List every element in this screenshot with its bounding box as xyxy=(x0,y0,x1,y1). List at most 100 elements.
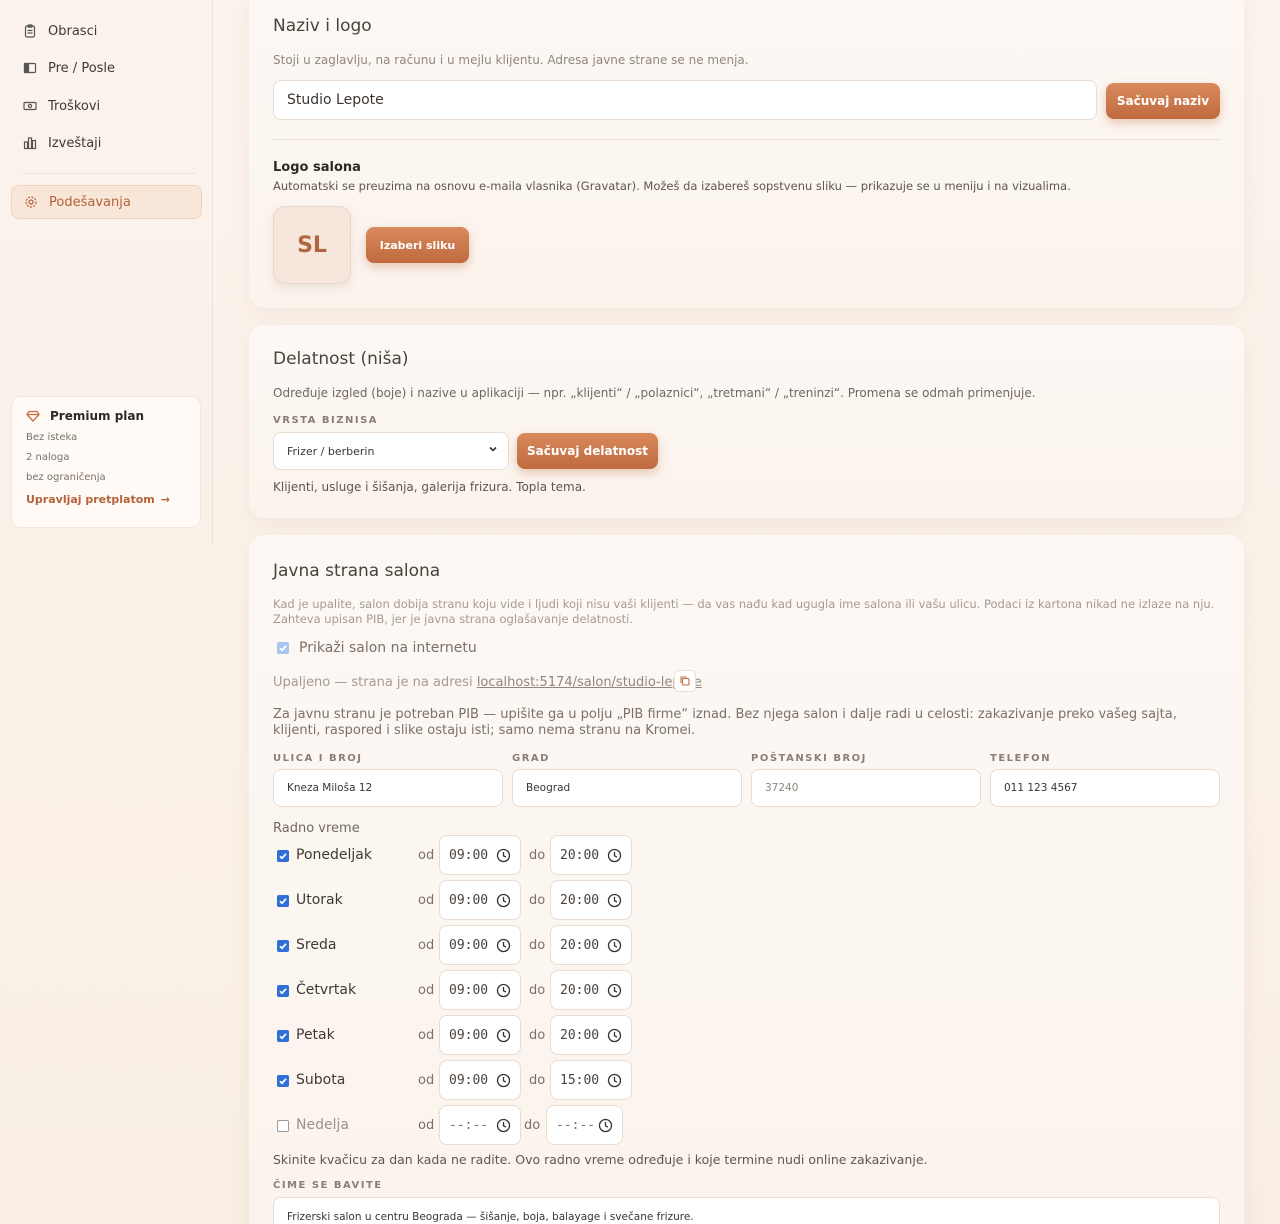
sidebar: Obrasci Pre / Posle Troškovi Izveštaji P… xyxy=(0,0,213,545)
from-time-input[interactable]: 09:00 xyxy=(439,1015,521,1055)
from-label: od xyxy=(418,848,435,863)
clock-icon xyxy=(496,938,511,953)
city-label: GRAD xyxy=(512,753,550,764)
before-after-icon xyxy=(23,61,37,75)
show-online-label: Prikaži salon na internetu xyxy=(299,640,477,656)
premium-plan-card: Premium plan Bez isteka 2 naloga bez ogr… xyxy=(11,396,201,528)
manage-subscription-link[interactable]: Upravljaj pretplatom → xyxy=(26,493,186,506)
day-checkbox[interactable] xyxy=(277,940,289,952)
clock-icon xyxy=(607,938,622,953)
day-checkbox[interactable] xyxy=(277,895,289,907)
street-input[interactable]: Kneza Miloša 12 xyxy=(273,769,503,807)
premium-line: Bez isteka xyxy=(26,432,78,443)
to-label: do xyxy=(529,893,546,908)
to-time-input[interactable]: 20:00 xyxy=(550,880,632,920)
premium-line: bez ograničenja xyxy=(26,472,106,483)
premium-line: 2 naloga xyxy=(26,452,70,463)
day-label: Ponedeljak xyxy=(296,847,372,863)
section-description: Stoji u zaglavlju, na računu i u mejlu k… xyxy=(273,53,749,67)
sidebar-item-label: Izveštaji xyxy=(48,135,102,151)
banknote-icon xyxy=(23,99,37,113)
from-time-input[interactable]: 09:00 xyxy=(439,925,521,965)
day-checkbox[interactable] xyxy=(277,1075,289,1087)
about-textarea[interactable]: Frizerski salon u centru Beograda — šiša… xyxy=(273,1197,1220,1224)
chevron-down-icon xyxy=(488,444,498,457)
day-label: Četvrtak xyxy=(296,982,357,998)
clock-icon xyxy=(496,1028,511,1043)
day-label: Sreda xyxy=(296,937,337,953)
sidebar-item-obrasci[interactable]: Obrasci xyxy=(11,14,202,48)
from-label: od xyxy=(418,893,435,908)
sidebar-item-label: Podešavanja xyxy=(49,194,131,210)
day-checkbox[interactable] xyxy=(277,985,289,997)
clock-icon xyxy=(496,1073,511,1088)
gear-icon xyxy=(24,195,38,209)
clock-icon xyxy=(607,1028,622,1043)
street-label: ULICA I BROJ xyxy=(273,753,363,764)
logo-title: Logo salona xyxy=(273,160,361,175)
to-label: do xyxy=(529,983,546,998)
clock-icon xyxy=(607,983,622,998)
from-time-input[interactable]: 09:00 xyxy=(439,970,521,1010)
phone-input[interactable]: 011 123 4567 xyxy=(990,769,1220,807)
to-time-input[interactable]: 20:00 xyxy=(550,925,632,965)
clock-icon xyxy=(496,848,511,863)
to-time-input[interactable]: 20:00 xyxy=(550,970,632,1010)
postal-label: POŠTANSKI BROJ xyxy=(751,753,867,764)
public-page-card: Javna strana salona Kad je upalite, salo… xyxy=(249,535,1244,1224)
day-label: Nedelja xyxy=(296,1117,349,1133)
sidebar-item-troskovi[interactable]: Troškovi xyxy=(11,89,202,123)
pib-note: Za javnu stranu je potreban PIB — upišit… xyxy=(273,707,1177,738)
day-checkbox[interactable] xyxy=(277,850,289,862)
public-url-link[interactable]: localhost:5174/salon/studio-lepote xyxy=(477,675,702,690)
day-label: Utorak xyxy=(296,892,343,908)
hours-label: Radno vreme xyxy=(273,821,360,836)
save-name-button[interactable]: Sačuvaj naziv xyxy=(1106,83,1220,119)
sidebar-item-podesavanja[interactable]: Podešavanja xyxy=(11,185,202,219)
postal-input[interactable]: 37240 xyxy=(751,769,981,807)
section-title: Naziv i logo xyxy=(273,16,372,36)
day-label: Petak xyxy=(296,1027,335,1043)
to-time-input[interactable]: --:-- xyxy=(546,1105,623,1145)
sidebar-item-label: Pre / Posle xyxy=(48,60,116,76)
avatar: SL xyxy=(273,206,351,284)
from-label: od xyxy=(418,1118,435,1133)
from-time-input[interactable]: 09:00 xyxy=(439,880,521,920)
clipboard-icon xyxy=(23,24,37,38)
to-label: do xyxy=(524,1118,541,1133)
divider xyxy=(273,139,1220,140)
from-time-input[interactable]: 09:00 xyxy=(439,835,521,875)
niche-hint: Klijenti, usluge i šišanja, galerija fri… xyxy=(273,480,586,494)
premium-title: Premium plan xyxy=(26,409,186,423)
arrow-right-icon: → xyxy=(160,493,170,506)
public-url-line: Upaljeno — strana je na adresi localhost… xyxy=(273,675,702,690)
business-type-select[interactable]: Frizer / berberin xyxy=(273,432,509,470)
section-title: Delatnost (niša) xyxy=(273,349,409,369)
city-input[interactable]: Beograd xyxy=(512,769,742,807)
from-time-input[interactable]: 09:00 xyxy=(439,1060,521,1100)
from-label: od xyxy=(418,938,435,953)
to-time-input[interactable]: 15:00 xyxy=(550,1060,632,1100)
to-label: do xyxy=(529,1028,546,1043)
copy-icon[interactable] xyxy=(674,670,696,692)
clock-icon xyxy=(607,893,622,908)
from-time-input[interactable]: --:-- xyxy=(439,1105,521,1145)
sidebar-item-izvestaji[interactable]: Izveštaji xyxy=(11,126,202,160)
about-label: ČIME SE BAVITE xyxy=(273,1180,383,1191)
to-time-input[interactable]: 20:00 xyxy=(550,1015,632,1055)
salon-name-input[interactable]: Studio Lepote xyxy=(273,80,1097,120)
section-description: Određuje izgled (boje) i nazive u aplika… xyxy=(273,386,1036,400)
name-logo-card: Naziv i logo Stoji u zaglavlju, na račun… xyxy=(249,0,1244,308)
sidebar-item-pre-posle[interactable]: Pre / Posle xyxy=(11,51,202,85)
save-niche-button[interactable]: Sačuvaj delatnost xyxy=(517,433,658,469)
choose-image-button[interactable]: Izaberi sliku xyxy=(366,227,469,263)
clock-icon xyxy=(607,848,622,863)
niche-card: Delatnost (niša) Određuje izgled (boje) … xyxy=(249,325,1244,518)
day-checkbox[interactable] xyxy=(277,1120,289,1132)
clock-icon xyxy=(496,1118,511,1133)
show-online-checkbox[interactable] xyxy=(277,642,289,654)
from-label: od xyxy=(418,1028,435,1043)
section-description: Kad je upalite, salon dobija stranu koju… xyxy=(273,597,1215,626)
to-time-input[interactable]: 20:00 xyxy=(550,835,632,875)
day-checkbox[interactable] xyxy=(277,1030,289,1042)
